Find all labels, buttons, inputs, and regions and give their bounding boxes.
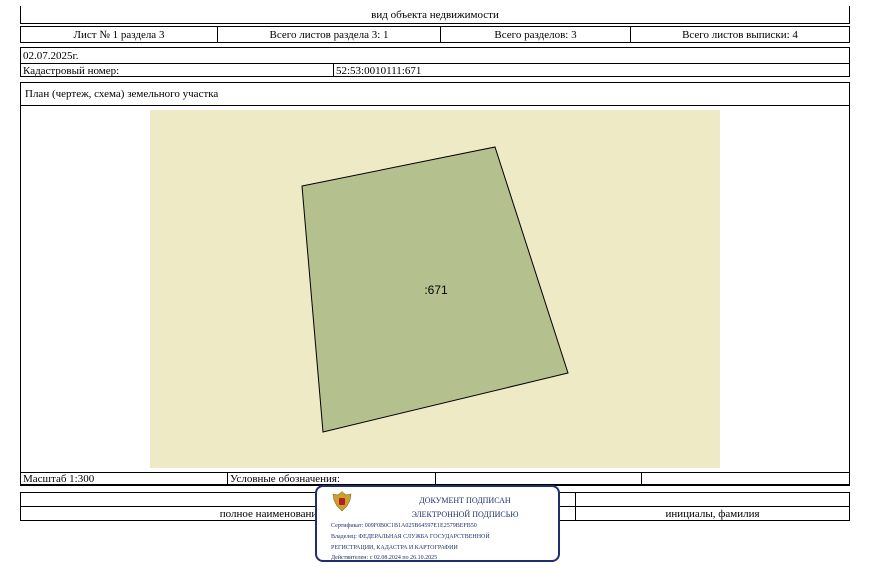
object-type-header: вид объекта недвижимости: [20, 6, 850, 24]
electronic-signature-stamp: ДОКУМЕНТ ПОДПИСАН ЭЛЕКТРОННОЙ ПОДПИСЬЮ С…: [315, 485, 560, 562]
info-table: 02.07.2025г. Кадастровый номер: 52:53:00…: [20, 47, 850, 77]
coat-of-arms-emblem: [332, 491, 352, 512]
scale-text: Масштаб 1:300: [23, 473, 95, 485]
stamp-owner-line2: РЕГИСТРАЦИИ, КАДАСТРА И КАРТОГРАФИИ: [331, 545, 458, 551]
legend-row: Масштаб 1:300 Условные обозначения:: [20, 472, 850, 486]
stamp-line1: ДОКУМЕНТ ПОДПИСАН: [419, 496, 511, 505]
sheet-of-section: Лист № 1 раздела 3: [73, 28, 165, 41]
object-type-text: вид объекта недвижимости: [371, 8, 499, 21]
legend-label: Условные обозначения:: [230, 473, 341, 485]
stamp-owner-line1: Владелец: ФЕДЕРАЛЬНАЯ СЛУЖБА ГОСУДАРСТВЕ…: [331, 534, 490, 540]
total-sections: Всего разделов: 3: [494, 28, 577, 41]
plan-title: План (чертеж, схема) земельного участка: [25, 88, 219, 100]
total-sheets-extract: Всего листов выписки: 4: [682, 28, 798, 41]
plan-map: [150, 110, 720, 468]
stamp-line2: ЭЛЕКТРОННОЙ ПОДПИСЬЮ: [411, 510, 519, 519]
total-sheets-section: Всего листов раздела 3: 1: [269, 28, 389, 41]
sheet-info-row: Лист № 1 раздела 3 Всего листов раздела …: [20, 26, 850, 43]
stamp-validity: Действителен: с 02.08.2024 по 26.10.2025: [331, 555, 438, 561]
cadastral-label: Кадастровый номер:: [23, 64, 120, 77]
cadastral-number: 52:53:0010111:671: [336, 64, 422, 77]
date-text: 02.07.2025г.: [23, 49, 79, 62]
stamp-certificate: Сертификат: 009F0B0C1B1A025B64597E1E2579…: [331, 523, 477, 529]
initials-caption: инициалы, фамилия: [665, 508, 760, 520]
